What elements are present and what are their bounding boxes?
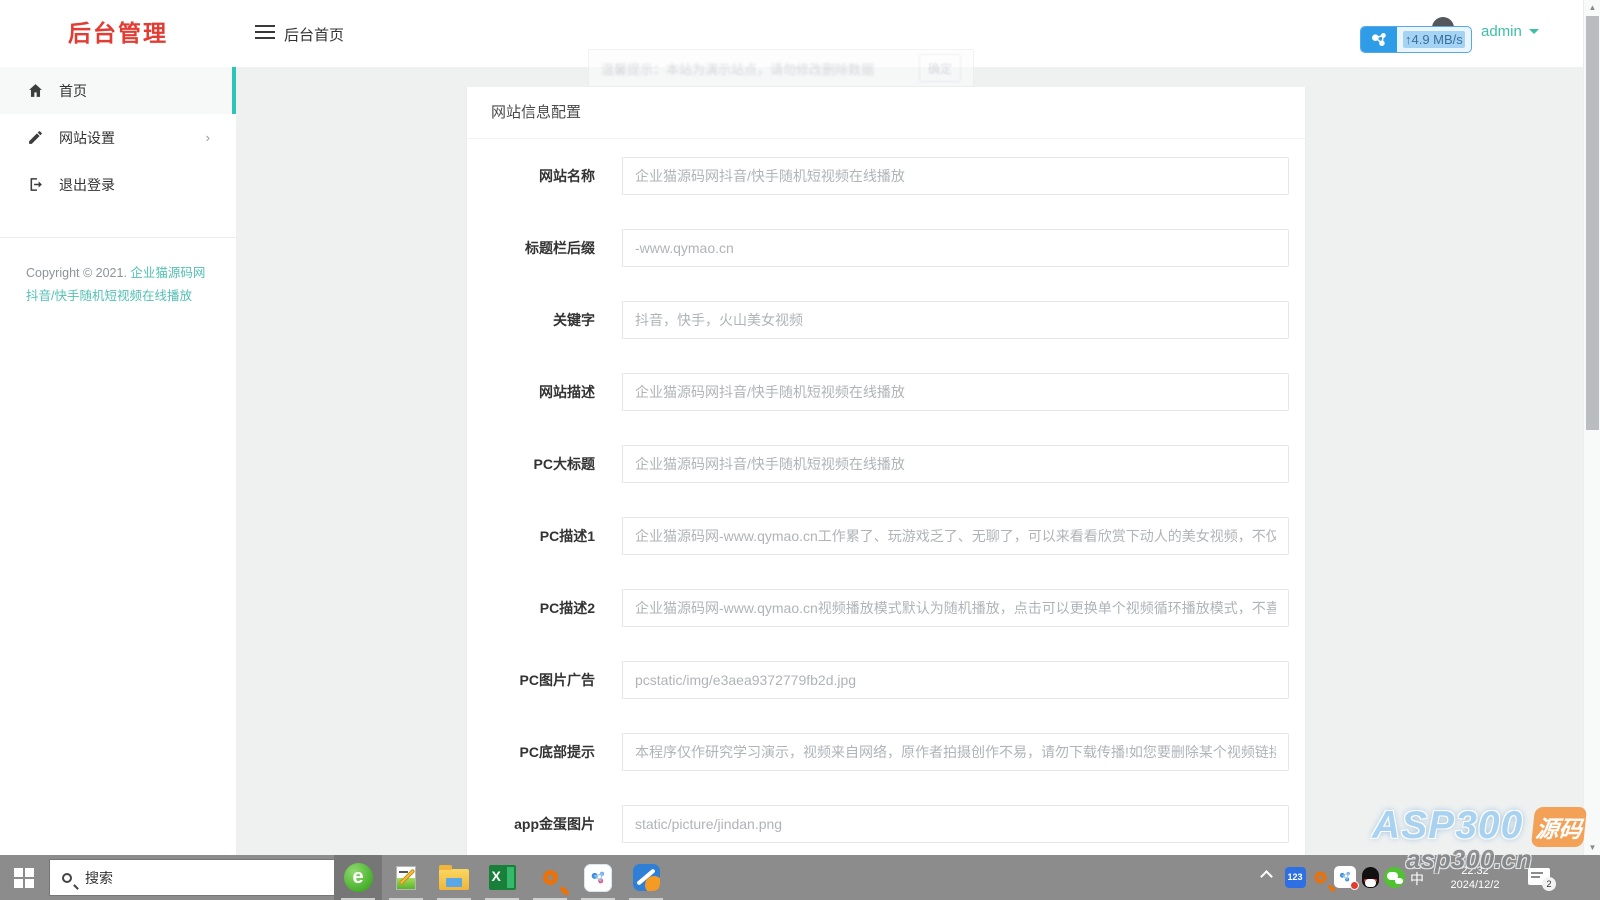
chevron-right-icon: ›	[205, 130, 210, 145]
sidebar-item-label: 网站设置	[59, 129, 115, 146]
watermark-source-badge: 源码	[1530, 807, 1588, 847]
taskbar-app-cloud[interactable]	[574, 855, 622, 900]
tray-red-badge	[1350, 881, 1359, 890]
app-egg-image-input[interactable]	[622, 805, 1289, 843]
blue-orange-app-icon	[632, 864, 660, 891]
field-label: PC描述1	[539, 528, 595, 544]
screen: 后台首页 ↑4.9 MB/s admin 后台管理 首页 网站设置 › 退出登录…	[0, 0, 1600, 900]
speed-value: ↑4.9 MB/s	[1403, 31, 1465, 48]
taskbar-search-input[interactable]	[83, 868, 303, 887]
folder-icon	[439, 865, 469, 890]
site-config-card: 网站信息配置 网站名称 标题栏后缀 关键字 网站描述 PC大标题	[467, 87, 1305, 855]
home-icon	[27, 82, 44, 99]
chevron-down-icon	[1528, 29, 1539, 34]
toast-confirm-button[interactable]: 确定	[919, 54, 961, 82]
excel-icon: X	[488, 865, 516, 890]
taskbar-app-editor[interactable]	[382, 855, 430, 900]
taskbar-app-excel[interactable]: X	[478, 855, 526, 900]
start-button[interactable]	[0, 855, 48, 900]
fading-toast: 温馨提示：本站为演示站点，请勿修改删除数据 确定	[588, 49, 974, 87]
pc-image-ad-input[interactable]	[622, 661, 1289, 699]
form-row-pc-footer-tip: PC底部提示	[467, 733, 1305, 771]
form-row-keywords: 关键字	[467, 301, 1305, 339]
browser-scrollbar: ▲ ▼	[1583, 0, 1600, 855]
pc-headline-input[interactable]	[622, 445, 1289, 483]
form-row-pc-desc1: PC描述1	[467, 517, 1305, 555]
scrollbar-thumb[interactable]	[1586, 16, 1599, 430]
cloud-share-icon	[1361, 27, 1397, 52]
form-row-pc-desc2: PC描述2	[467, 589, 1305, 627]
form-row-pc-headline: PC大标题	[467, 445, 1305, 483]
sidebar-item-logout[interactable]: 退出登录	[0, 161, 236, 208]
copyright-text: Copyright © 2021.	[26, 266, 127, 280]
field-label: PC图片广告	[519, 672, 595, 688]
form-row-pc-image-ad: PC图片广告	[467, 661, 1305, 699]
tray-qq-icon[interactable]	[1359, 866, 1381, 888]
sidebar-item-site-settings[interactable]: 网站设置 ›	[0, 114, 236, 161]
hamburger-menu-icon[interactable]	[255, 25, 275, 41]
field-label: app金蛋图片	[514, 816, 595, 832]
sidebar: 后台管理 首页 网站设置 › 退出登录 Copyright © 2021. 企业…	[0, 0, 236, 855]
logout-icon	[27, 176, 44, 193]
sidebar-item-label: 首页	[59, 82, 87, 99]
browser-e-icon: e	[343, 863, 373, 892]
form-row-app-egg-image: app金蛋图片	[467, 805, 1305, 843]
field-label: 网站名称	[539, 168, 595, 184]
orange-magnifier-icon	[542, 870, 558, 885]
keywords-input[interactable]	[622, 301, 1289, 339]
field-label: 网站描述	[539, 384, 595, 400]
notification-count-badge: 2	[1542, 877, 1556, 891]
pc-footer-tip-input[interactable]	[622, 733, 1289, 771]
field-label: PC描述2	[539, 600, 595, 616]
tray-chevron-up-icon[interactable]	[1260, 870, 1273, 883]
pencil-icon	[27, 129, 44, 146]
toast-text: 温馨提示：本站为演示站点，请勿修改删除数据	[601, 61, 875, 77]
app-logo: 后台管理	[68, 20, 168, 46]
form-row-title-suffix: 标题栏后缀	[467, 229, 1305, 267]
field-label: PC大标题	[533, 456, 595, 472]
admin-username: admin	[1481, 23, 1522, 40]
taskbar-app-magnifier[interactable]	[526, 855, 574, 900]
taskbar-app-browser[interactable]: e	[334, 855, 382, 900]
clock-date: 2024/12/2	[1450, 879, 1500, 891]
windows-taskbar: e X 123 中 22:32 2024/12/2	[0, 855, 1600, 900]
form-row-site-description: 网站描述	[467, 373, 1305, 411]
sidebar-item-label: 退出登录	[59, 176, 115, 193]
field-label: PC底部提示	[519, 744, 595, 760]
text-editor-icon	[393, 865, 419, 891]
site-config-form: 网站名称 标题栏后缀 关键字 网站描述 PC大标题 PC描述1	[467, 139, 1305, 843]
search-icon	[62, 872, 72, 883]
card-title: 网站信息配置	[467, 87, 1305, 139]
scrollbar-up-arrow[interactable]: ▲	[1584, 0, 1600, 15]
title-suffix-input[interactable]	[622, 229, 1289, 267]
pc-desc2-input[interactable]	[622, 589, 1289, 627]
taskbar-app-file-explorer[interactable]	[430, 855, 478, 900]
admin-dropdown[interactable]: admin	[1481, 23, 1539, 40]
field-label: 关键字	[553, 312, 595, 328]
sidebar-item-home[interactable]: 首页	[0, 67, 236, 114]
windows-logo-icon	[14, 867, 34, 888]
copyright: Copyright © 2021. 企业猫源码网抖音/快手随机短视频在线播放	[0, 238, 236, 308]
download-speed-widget[interactable]: ↑4.9 MB/s	[1360, 26, 1472, 53]
tray-123-icon[interactable]: 123	[1284, 866, 1306, 888]
taskbar-app-vm[interactable]	[622, 855, 670, 900]
tray-magnifier-icon[interactable]	[1309, 866, 1331, 888]
cloud-share-app-icon	[584, 863, 612, 892]
watermark-site-url: asp300.cn	[1406, 844, 1532, 874]
watermark-asp300: ASP300	[1372, 804, 1524, 847]
site-name-input[interactable]	[622, 157, 1289, 195]
breadcrumb: 后台首页	[284, 27, 345, 44]
tray-wechat-icon[interactable]	[1383, 866, 1405, 888]
form-row-site-name: 网站名称	[467, 157, 1305, 195]
pc-desc1-input[interactable]	[622, 517, 1289, 555]
field-label: 标题栏后缀	[525, 240, 595, 256]
tray-cloud-icon[interactable]	[1334, 866, 1359, 890]
taskbar-search[interactable]	[49, 859, 337, 896]
scrollbar-down-arrow[interactable]: ▼	[1584, 840, 1600, 855]
site-description-input[interactable]	[622, 373, 1289, 411]
